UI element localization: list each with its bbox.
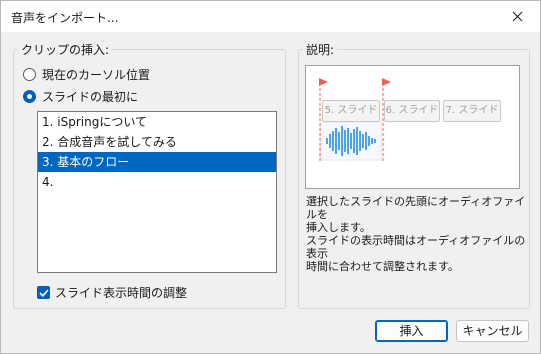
radio-label: 現在のカーソル位置 <box>42 68 151 82</box>
description-text: 選択したスライドの先頭にオーディオファイルを 挿入します。 スライドの表示時間は… <box>306 195 526 273</box>
slide-list-item[interactable]: 4. <box>38 172 276 192</box>
title-bar: 音声をインポート... <box>1 1 540 32</box>
slide-list-item[interactable]: 3. 基本のフロー <box>38 152 276 172</box>
insert-clip-group-label: クリップの挿入: <box>18 41 113 58</box>
slide-list-item[interactable]: 1. iSpringについて <box>38 112 276 132</box>
description-group-label: 説明: <box>303 41 338 58</box>
radio-label: スライドの最初に <box>42 90 139 104</box>
description-line: 選択したスライドの先頭にオーディオファイルを <box>306 195 526 221</box>
description-line: 挿入します。 <box>306 221 371 234</box>
preview-slide: 7. スライド <box>443 100 501 122</box>
insert-button[interactable]: 挿入 <box>375 320 448 342</box>
slide-list[interactable]: 1. iSpringについて 2. 合成音声を試してみる 3. 基本のフロー 4… <box>37 111 277 273</box>
cancel-button[interactable]: キャンセル <box>456 320 529 342</box>
import-audio-dialog: 音声をインポート... クリップの挿入: 現在のカーソル位置 スライドの最初に … <box>0 0 541 354</box>
close-button[interactable] <box>494 1 540 32</box>
radio-current-cursor[interactable]: 現在のカーソル位置 <box>23 66 150 83</box>
radio-indicator <box>23 90 36 103</box>
start-marker-icon <box>382 78 391 86</box>
close-icon <box>512 11 522 22</box>
preview-slide: 5. スライド <box>322 100 380 122</box>
preview-illustration <box>319 78 391 162</box>
adjust-duration-checkbox[interactable]: スライド表示時間の調整 <box>37 284 187 301</box>
checkmark-icon <box>38 288 49 297</box>
preview-slide: 6. スライド <box>384 100 440 122</box>
description-line: スライドの表示時間はオーディオファイルの表示 <box>306 234 526 260</box>
radio-slide-start[interactable]: スライドの最初に <box>23 88 138 105</box>
checkbox-indicator <box>37 286 50 299</box>
insertion-preview: 5. スライド 6. スライド 7. スライド <box>305 65 520 189</box>
description-line: 時間に合わせて調整されます。 <box>306 260 459 273</box>
start-marker-icon <box>319 78 328 86</box>
slide-list-item[interactable]: 2. 合成音声を試してみる <box>38 132 276 152</box>
radio-indicator <box>23 68 36 81</box>
window-title: 音声をインポート... <box>11 11 119 25</box>
checkbox-label: スライド表示時間の調整 <box>55 286 188 300</box>
